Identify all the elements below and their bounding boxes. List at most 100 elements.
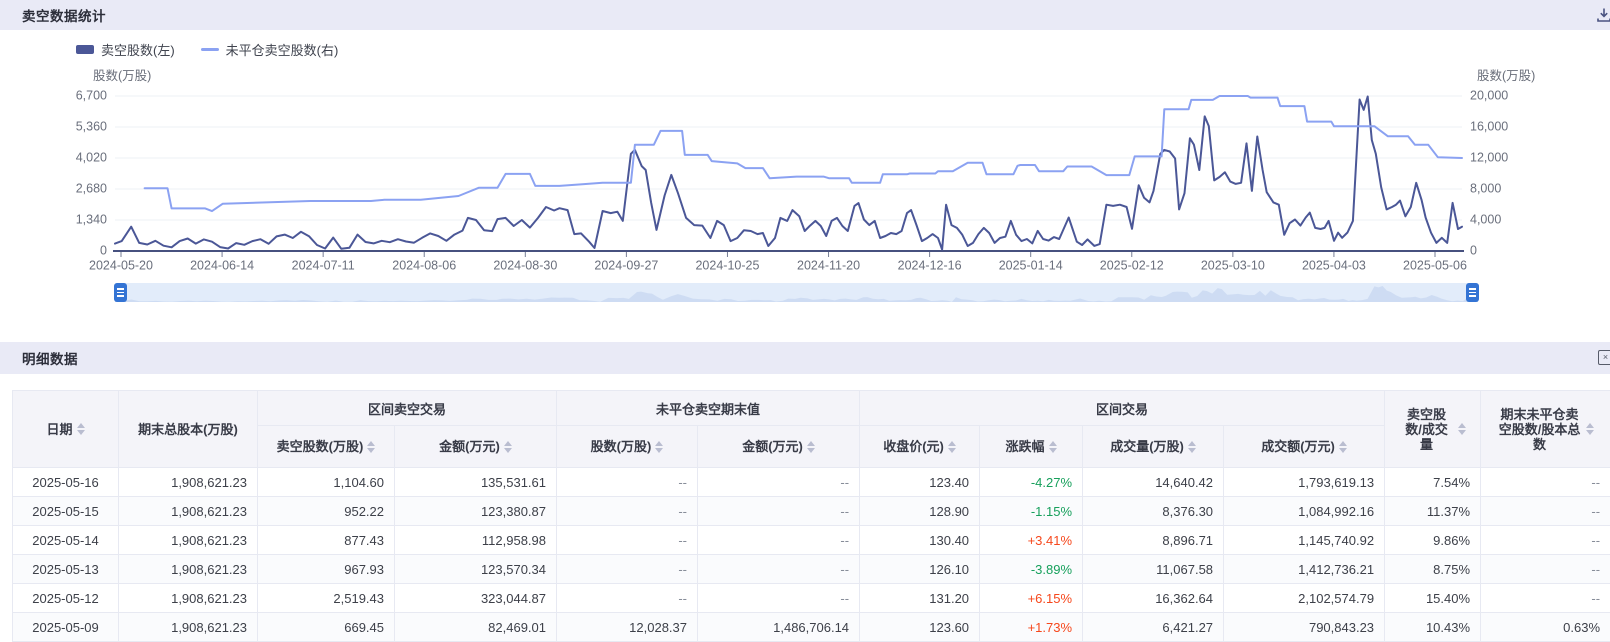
cell-value: -- [557,526,698,555]
sort-icon[interactable] [77,423,85,435]
cell-value: -- [698,555,860,584]
sort-icon[interactable] [1188,441,1196,453]
group-header-open-short-eop: 未平仓卖空期末值 [557,391,860,426]
table-row: 2025-05-131,908,621.23967.93123,570.34--… [13,555,1610,584]
cell-date: 2025-05-15 [13,497,119,526]
svg-text:2,680: 2,680 [76,181,107,195]
right-axis-title: 股数(万股) [1477,65,1535,84]
svg-text:6,700: 6,700 [76,88,107,102]
sort-icon[interactable] [1049,441,1057,453]
cell-value: 1,908,621.23 [119,497,258,526]
cell-date: 2025-05-13 [13,555,119,584]
svg-text:2024-10-25: 2024-10-25 [695,258,759,272]
cell-value: 123.60 [860,613,980,642]
col-header-turnover[interactable]: 成交额(万元) [1224,426,1385,468]
col-header-close-price[interactable]: 收盘价(元) [860,426,980,468]
svg-text:2024-08-30: 2024-08-30 [493,258,557,272]
short-selling-statistics-page: { "panel1": { "title": "卖空数据统计" }, "pane… [0,0,1610,632]
sort-icon[interactable] [504,441,512,453]
svg-text:1,340: 1,340 [76,212,107,226]
svg-text:2025-02-12: 2025-02-12 [1100,258,1164,272]
sort-icon[interactable] [807,441,815,453]
svg-text:2025-03-10: 2025-03-10 [1201,258,1265,272]
svg-text:2025-05-06: 2025-05-06 [1403,258,1467,272]
col-header-volume[interactable]: 成交量(万股) [1083,426,1224,468]
chart-legend: 卖空股数(左) 未平仓卖空股数(右) [76,40,338,59]
cell-value: 6,421.27 [1083,613,1224,642]
cell-value: -- [1481,584,1610,613]
col-header-open-short-to-capital[interactable]: 期末未平仓卖空股数/股本总数 [1481,391,1610,468]
cell-value: -3.89% [980,555,1083,584]
chart-panel-header: 卖空数据统计 [0,0,1610,30]
cell-value: -- [698,497,860,526]
cell-value: +3.41% [980,526,1083,555]
sort-icon[interactable] [948,441,956,453]
cell-value: -- [698,584,860,613]
cell-value: 967.93 [258,555,395,584]
col-header-change-pct[interactable]: 涨跌幅 [980,426,1083,468]
svg-text:4,020: 4,020 [76,150,107,164]
col-header-short-amount[interactable]: 金额(万元) [395,426,557,468]
cell-value: 952.22 [258,497,395,526]
sort-icon[interactable] [1339,441,1347,453]
sort-icon[interactable] [655,441,663,453]
svg-text:0: 0 [1470,243,1477,257]
svg-text:2025-01-14: 2025-01-14 [999,258,1063,272]
col-header-short-to-volume[interactable]: 卖空股数/成交量 [1385,391,1481,468]
datazoom-left-handle[interactable] [114,283,127,302]
svg-text:2024-09-27: 2024-09-27 [594,258,658,272]
group-header-interval-short-trade: 区间卖空交易 [258,391,557,426]
cell-value: 123,570.34 [395,555,557,584]
cell-value: 123.40 [860,468,980,497]
cell-date: 2025-05-09 [13,613,119,642]
sort-icon[interactable] [1458,423,1466,435]
cell-date: 2025-05-12 [13,584,119,613]
svg-text:0: 0 [100,243,107,257]
col-header-date[interactable]: 日期 [13,391,119,468]
sort-icon[interactable] [1586,423,1594,435]
svg-text:2025-04-03: 2025-04-03 [1302,258,1366,272]
table-row: 2025-05-121,908,621.232,519.43323,044.87… [13,584,1610,613]
cell-value: -4.27% [980,468,1083,497]
cell-value: 11.37% [1385,497,1481,526]
cell-value: 15.40% [1385,584,1481,613]
detail-table: 日期 期末总股本(万股) 区间卖空交易 未平仓卖空期末值 区间交易 卖空股数/成… [12,390,1610,642]
cell-value: 1,145,740.92 [1224,526,1385,555]
svg-text:4,000: 4,000 [1470,212,1501,226]
detail-panel-header: 明细数据 × [0,342,1610,374]
datazoom-right-handle[interactable] [1466,283,1479,302]
cell-value: 1,908,621.23 [119,584,258,613]
legend-item-open-short-shares[interactable]: 未平仓卖空股数(右) [201,40,339,59]
cell-value: 8,896.71 [1083,526,1224,555]
sort-icon[interactable] [367,441,375,453]
cell-value: +1.73% [980,613,1083,642]
cell-value: -- [557,555,698,584]
panel-corner-icon[interactable]: × [1598,350,1610,365]
svg-text:2024-06-14: 2024-06-14 [190,258,254,272]
legend-item-short-shares[interactable]: 卖空股数(左) [76,40,175,59]
cell-value: -- [698,468,860,497]
cell-value: 123,380.87 [395,497,557,526]
cell-value: +6.15% [980,584,1083,613]
svg-text:2024-07-11: 2024-07-11 [292,258,355,272]
col-header-open-amount[interactable]: 金额(万元) [698,426,860,468]
cell-value: -- [557,584,698,613]
cell-value: 12,028.37 [557,613,698,642]
col-header-short-shares[interactable]: 卖空股数(万股) [258,426,395,468]
download-icon[interactable] [1596,7,1610,28]
cell-value: 2,519.43 [258,584,395,613]
cell-value: -1.15% [980,497,1083,526]
cell-value: 11,067.58 [1083,555,1224,584]
cell-value: -- [1481,526,1610,555]
cell-value: 1,908,621.23 [119,468,258,497]
svg-text:8,000: 8,000 [1470,181,1501,195]
datazoom-slider[interactable] [115,283,1478,302]
cell-value: 1,084,992.16 [1224,497,1385,526]
table-row: 2025-05-161,908,621.231,104.60135,531.61… [13,468,1610,497]
cell-value: 669.45 [258,613,395,642]
cell-value: 323,044.87 [395,584,557,613]
cell-value: 1,104.60 [258,468,395,497]
cell-value: 1,908,621.23 [119,555,258,584]
svg-text:12,000: 12,000 [1470,150,1508,164]
col-header-open-shares[interactable]: 股数(万股) [557,426,698,468]
